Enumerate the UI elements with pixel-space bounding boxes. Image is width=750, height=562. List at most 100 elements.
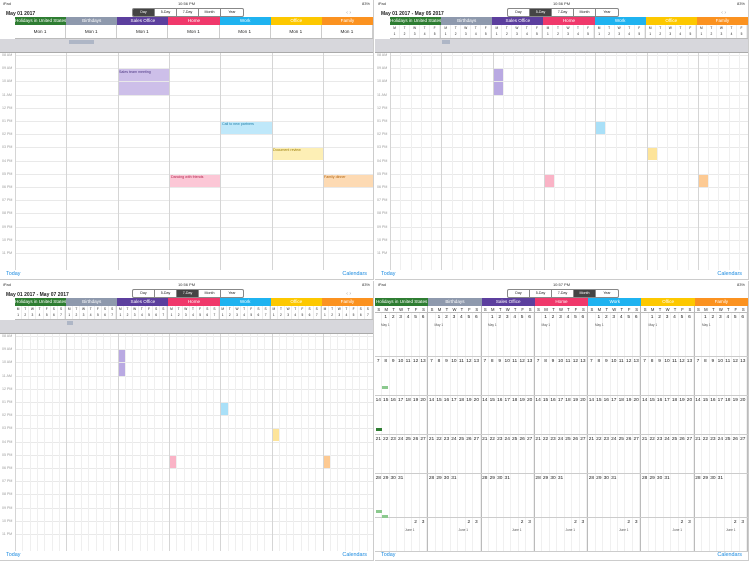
month-day-cell[interactable]: 18 — [458, 396, 466, 434]
month-day-cell[interactable] — [526, 474, 534, 517]
day-header[interactable]: T4 — [88, 306, 95, 319]
month-day-cell[interactable]: 3 — [717, 313, 725, 356]
month-day-cell[interactable] — [717, 518, 725, 551]
month-day-cell[interactable] — [375, 518, 383, 551]
month-day-cell[interactable] — [671, 474, 679, 517]
day-header[interactable]: M1 — [646, 25, 656, 38]
day-header[interactable]: T4 — [625, 25, 635, 38]
all-day-strip[interactable] — [0, 320, 373, 334]
month-day-cell[interactable] — [732, 474, 740, 517]
day-header[interactable]: T4 — [727, 25, 737, 38]
month-day-cell[interactable]: 13 — [580, 357, 588, 395]
month-day-cell[interactable]: 15 — [649, 396, 657, 434]
month-day-cell[interactable]: 21 — [535, 435, 543, 473]
day-header[interactable]: T2 — [553, 25, 564, 38]
day-header[interactable]: F5 — [686, 25, 696, 38]
day-header[interactable]: T4 — [139, 306, 146, 319]
day-header[interactable]: W3 — [285, 306, 293, 319]
day-header[interactable]: F5 — [44, 306, 51, 319]
month-day-cell[interactable]: 29 — [702, 474, 710, 517]
nav-arrows[interactable]: ‹ › — [346, 10, 351, 16]
day-header[interactable]: M1 — [322, 306, 329, 319]
view-7day-button[interactable]: 7-Day — [552, 290, 574, 297]
month-day-cell[interactable] — [504, 518, 512, 551]
day-header[interactable]: S7 — [211, 306, 219, 319]
month-day-cell[interactable]: 2 — [572, 518, 580, 551]
day-header[interactable]: W3 — [80, 306, 88, 319]
day-header[interactable]: W3 — [512, 25, 523, 38]
month-day-cell[interactable]: 16 — [710, 396, 718, 434]
month-day-cell[interactable]: 7 — [588, 357, 596, 395]
month-day-cell[interactable] — [618, 518, 626, 551]
month-day-cell[interactable]: 28 — [588, 474, 596, 517]
all-day-event[interactable] — [67, 321, 73, 325]
day-header[interactable]: T4 — [522, 25, 533, 38]
month-day-cell[interactable]: 27 — [580, 435, 588, 473]
month-day-cell[interactable] — [436, 518, 444, 551]
day-header[interactable]: M1 — [168, 306, 176, 319]
month-day-cell[interactable] — [473, 474, 481, 517]
month-day-cell[interactable] — [641, 518, 649, 551]
month-day-cell[interactable]: 22 — [436, 435, 444, 473]
month-day-cell[interactable]: 9 — [497, 357, 504, 395]
today-button[interactable]: Today — [381, 551, 395, 560]
month-day-cell[interactable]: 13 — [633, 357, 641, 395]
day-header[interactable]: T4 — [241, 306, 249, 319]
event-block[interactable]: Sales team meeting — [118, 69, 169, 96]
month-day-cell[interactable]: 17 — [504, 396, 512, 434]
month-day-cell[interactable] — [443, 518, 451, 551]
month-day-cell[interactable] — [458, 474, 466, 517]
day-header[interactable]: M1 — [543, 25, 554, 38]
month-day-cell[interactable] — [633, 474, 641, 517]
month-day-cell[interactable]: 30 — [443, 474, 451, 517]
month-day-cell[interactable]: 3 — [580, 518, 588, 551]
day-header[interactable]: M1 — [117, 306, 125, 319]
month-day-cell[interactable]: 5 — [625, 313, 633, 356]
month-day-cell[interactable]: 15 — [702, 396, 710, 434]
month-day-cell[interactable] — [428, 518, 436, 551]
month-day-cell[interactable]: 10 — [717, 357, 725, 395]
month-day-cell[interactable]: 21 — [375, 435, 383, 473]
month-day-cell[interactable]: 15 — [489, 396, 497, 434]
day-header[interactable]: F5 — [299, 306, 307, 319]
month-day-cell[interactable] — [497, 518, 504, 551]
month-day-cell[interactable]: 12 — [572, 357, 580, 395]
day-header[interactable]: S6 — [51, 306, 58, 319]
month-day-cell[interactable]: 24 — [717, 435, 725, 473]
calendar-header-holidays[interactable]: Holidays in United States — [375, 298, 429, 306]
month-day-cell[interactable]: 5 — [519, 313, 527, 356]
month-day-cell[interactable] — [725, 518, 733, 551]
month-day-cell[interactable]: 11 — [725, 357, 733, 395]
month-day-cell[interactable]: 6 — [580, 313, 588, 356]
month-day-cell[interactable]: 30 — [390, 474, 398, 517]
calendar-header-home[interactable]: Home — [168, 17, 220, 25]
day-header[interactable]: W3 — [666, 25, 676, 38]
month-day-cell[interactable]: 31 — [717, 474, 725, 517]
day-header[interactable]: M1 — [595, 25, 605, 38]
month-day-cell[interactable]: 27 — [633, 435, 641, 473]
month-day-cell[interactable]: 4 — [618, 313, 626, 356]
month-day-cell[interactable] — [519, 474, 527, 517]
month-day-cell[interactable]: 5 — [466, 313, 474, 356]
event-block[interactable] — [698, 174, 708, 187]
day-header[interactable]: T4 — [292, 306, 300, 319]
month-day-cell[interactable]: 29 — [436, 474, 444, 517]
calendars-button[interactable]: Calendars — [717, 551, 742, 560]
event-block[interactable] — [323, 455, 330, 468]
month-day-cell[interactable]: 3 — [633, 518, 641, 551]
month-day-cell[interactable]: 27 — [686, 435, 694, 473]
day-header[interactable]: T2 — [22, 306, 30, 319]
nav-arrows[interactable]: ‹ › — [346, 291, 351, 297]
month-day-cell[interactable] — [420, 474, 428, 517]
day-header[interactable]: S6 — [306, 306, 314, 319]
month-day-cell[interactable] — [702, 518, 710, 551]
month-day-cell[interactable]: 31 — [451, 474, 459, 517]
view-5day-button[interactable]: 5-Day — [530, 290, 552, 297]
all-day-event[interactable] — [69, 40, 94, 44]
view-day-button[interactable]: Day — [508, 290, 530, 297]
month-day-cell[interactable]: 17 — [451, 396, 459, 434]
month-day-cell[interactable]: 9 — [443, 357, 451, 395]
month-day-cell[interactable]: 2 — [656, 313, 664, 356]
month-day-cell[interactable]: 15 — [596, 396, 604, 434]
month-day-cell[interactable]: 17 — [611, 396, 618, 434]
